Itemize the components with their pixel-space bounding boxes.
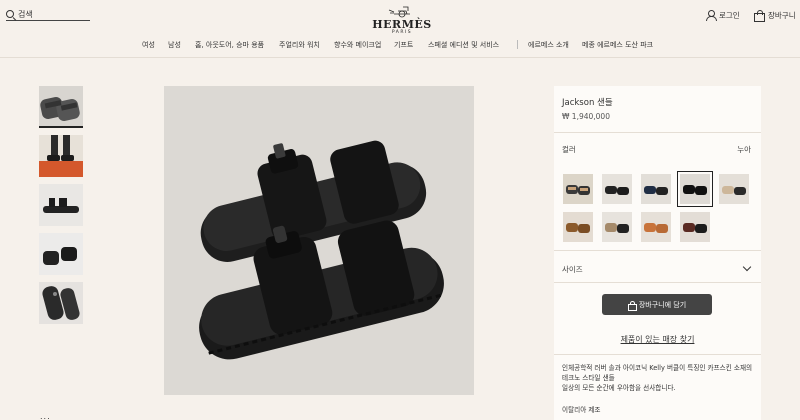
- color-swatch[interactable]: [563, 212, 593, 242]
- nav-item-jewelry-watches[interactable]: 주얼리와 워치: [279, 40, 320, 50]
- search-field[interactable]: [6, 8, 90, 21]
- color-swatch[interactable]: [602, 174, 632, 204]
- sandal-sole-thumbnail-image: [42, 286, 80, 320]
- hermes-logo[interactable]: HERMÈS PARIS: [372, 4, 432, 35]
- color-swatch[interactable]: [719, 174, 749, 204]
- model-thumbnail-image: [39, 135, 83, 177]
- swatch-image: [605, 186, 629, 195]
- color-swatch[interactable]: [641, 212, 671, 242]
- swatch-image: [644, 186, 668, 195]
- sandal-thumbnail-image: [40, 97, 80, 121]
- site-header: HERMÈS PARIS 로그인 장바구니 여성 남성 홈, 아웃도어, 승마 …: [0, 0, 800, 58]
- product-thumbnail[interactable]: [39, 184, 83, 226]
- product-title: Jackson 샌들: [562, 98, 613, 108]
- nav-item-about[interactable]: 에르메스 소개: [528, 40, 569, 50]
- login-label: 로그인: [719, 10, 740, 20]
- product-description: 인체공학적 러버 솔과 아이코닉 Kelly 버클이 특징인 카프스킨 소재의 …: [562, 364, 753, 392]
- add-to-cart-button[interactable]: 장바구니에 담기: [602, 294, 712, 315]
- color-swatch[interactable]: [602, 212, 632, 242]
- jackson-sandal-image: [199, 140, 444, 360]
- swatch-image: [605, 223, 629, 233]
- product-price: ₩ 1,940,000: [562, 112, 610, 121]
- add-to-cart-label: 장바구니에 담기: [638, 300, 687, 309]
- nav-item-special-editions[interactable]: 스페셜 에디션 및 서비스: [428, 40, 499, 50]
- swatch-image: [644, 223, 668, 233]
- size-label: 사이즈: [562, 265, 583, 274]
- cart-link[interactable]: 장바구니: [754, 9, 796, 22]
- color-swatch[interactable]: [641, 174, 671, 204]
- product-thumbnail[interactable]: [39, 282, 83, 324]
- color-swatch[interactable]: [563, 174, 593, 204]
- nav-item-gifts[interactable]: 기프트: [394, 40, 413, 50]
- cart-label: 장바구니: [768, 10, 796, 20]
- nav-divider: [517, 40, 518, 49]
- color-swatch[interactable]: [680, 212, 710, 242]
- search-input[interactable]: [18, 8, 90, 20]
- login-link[interactable]: 로그인: [706, 9, 740, 21]
- divider: [554, 282, 761, 283]
- nav-item-fragrance-makeup[interactable]: 향수와 메이크업: [334, 40, 381, 50]
- search-icon[interactable]: [6, 10, 14, 18]
- nav-item-men[interactable]: 남성: [168, 40, 181, 50]
- swatch-image: [683, 185, 707, 195]
- divider: [554, 132, 761, 133]
- bottom-section-heading: ...: [40, 412, 51, 420]
- sandal-side-thumbnail-image: [43, 198, 79, 213]
- product-thumbnail[interactable]: [39, 233, 83, 275]
- color-label: 컬러: [562, 145, 576, 154]
- selected-color-name: 누아: [737, 145, 751, 154]
- logo-city: PARIS: [391, 30, 413, 35]
- find-store-link[interactable]: 제품이 있는 매장 찾기: [554, 334, 761, 345]
- divider: [554, 354, 761, 355]
- chevron-down-icon[interactable]: [742, 262, 752, 272]
- swatch-image: [566, 185, 590, 195]
- product-origin: 이탈리아 제조: [562, 406, 601, 414]
- color-swatch-selected[interactable]: [677, 171, 713, 207]
- nav-item-home-outdoor[interactable]: 홈, 아웃도어, 승마 용품: [195, 40, 264, 50]
- swatch-image: [722, 186, 746, 195]
- product-thumbnail[interactable]: [39, 86, 83, 128]
- divider: [554, 250, 761, 251]
- swatch-image: [683, 223, 707, 233]
- shopping-bag-icon: [754, 10, 765, 22]
- product-info-panel: Jackson 샌들 ₩ 1,940,000 컬러 누아 사이즈 장바구니에 담…: [554, 86, 761, 420]
- product-thumbnail[interactable]: [39, 135, 83, 177]
- shopping-bag-icon: [627, 300, 637, 311]
- main-product-image[interactable]: [164, 86, 474, 395]
- carriage-logo-icon: [388, 6, 410, 18]
- swatch-image: [566, 223, 590, 233]
- nav-item-women[interactable]: 여성: [142, 40, 155, 50]
- user-icon: [706, 10, 717, 21]
- sandal-back-thumbnail-image: [43, 247, 77, 265]
- nav-item-dosan-park[interactable]: 메종 에르메스 도산 파크: [582, 40, 653, 50]
